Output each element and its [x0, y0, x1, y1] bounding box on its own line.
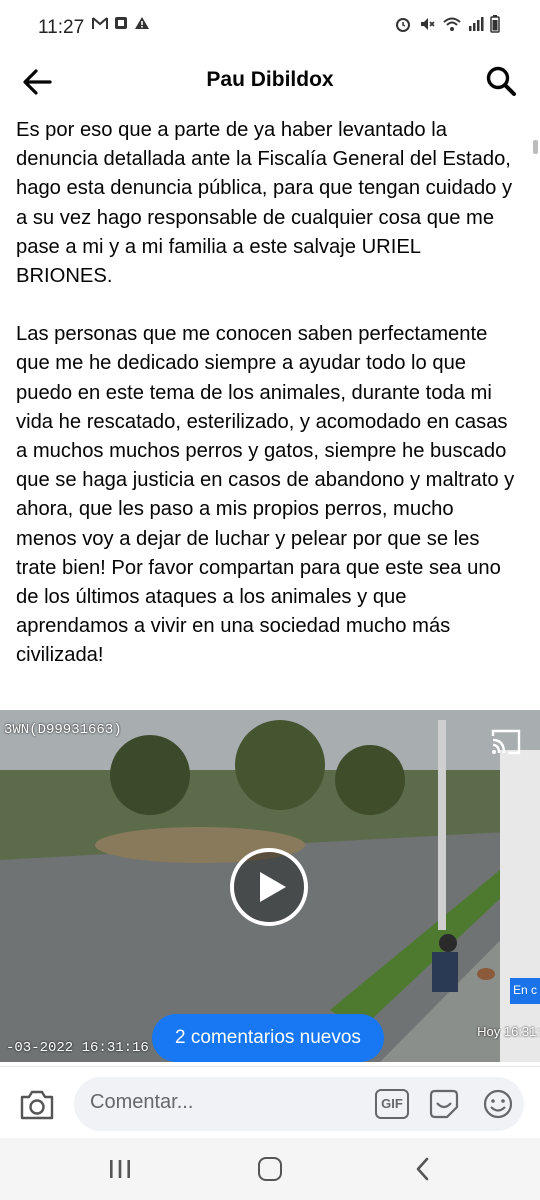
search-button[interactable]	[484, 64, 518, 98]
status-right-icons	[394, 15, 500, 38]
nav-back-button[interactable]	[412, 1156, 434, 1182]
video-side-timestamp: Hoy 16:31:	[477, 1024, 540, 1039]
video-side-label: En c	[510, 978, 540, 1004]
video-player[interactable]: 3WN(D99931663) En c Hoy 16:31: -03-2022 …	[0, 710, 540, 1062]
video-timestamp: -03-2022 16:31:16	[6, 1040, 149, 1056]
post-paragraph: Las personas que me conocen saben perfec…	[16, 323, 515, 667]
recents-button[interactable]	[108, 1158, 132, 1180]
page-title: Pau Dibildox	[206, 68, 334, 91]
comment-placeholder: Comentar...	[90, 1091, 194, 1113]
scrollbar[interactable]	[533, 140, 538, 154]
notification-icon	[114, 16, 128, 36]
camera-button[interactable]	[18, 1089, 56, 1121]
mute-icon	[418, 15, 436, 38]
sticker-button[interactable]	[427, 1087, 461, 1121]
comment-input[interactable]: Comentar... GIF	[74, 1077, 524, 1131]
chevron-left-icon	[416, 1157, 429, 1181]
cast-icon	[491, 729, 521, 755]
play-button[interactable]	[230, 848, 308, 926]
new-comments-button[interactable]: 2 comentarios nuevos	[152, 1014, 384, 1062]
system-nav-bar	[0, 1138, 540, 1200]
gmail-icon	[92, 16, 108, 36]
battery-icon	[490, 15, 500, 38]
status-left-icons	[92, 16, 150, 36]
warning-icon	[134, 16, 150, 36]
home-button[interactable]	[258, 1157, 282, 1181]
gif-button[interactable]: GIF	[375, 1089, 409, 1119]
status-bar: 11:27	[0, 0, 540, 56]
header: Pau Dibildox	[0, 56, 540, 108]
emoji-button[interactable]	[481, 1087, 515, 1121]
signal-icon	[468, 16, 484, 37]
smiley-icon	[483, 1089, 513, 1119]
comment-bar: Comentar... GIF	[0, 1066, 540, 1138]
alarm-icon	[394, 15, 412, 38]
recents-icon	[110, 1160, 130, 1178]
cast-button[interactable]	[490, 728, 522, 756]
status-time: 11:27	[38, 17, 85, 38]
search-icon	[486, 66, 516, 96]
camera-icon	[20, 1090, 54, 1120]
play-icon	[260, 872, 286, 902]
video-camera-label: 3WN(D99931663)	[4, 722, 122, 738]
post-text: Es por eso que a parte de ya haber levan…	[16, 116, 516, 700]
sticker-icon	[429, 1089, 459, 1119]
wifi-icon	[442, 16, 462, 37]
post-paragraph: Es por eso que a parte de ya haber levan…	[16, 119, 513, 288]
